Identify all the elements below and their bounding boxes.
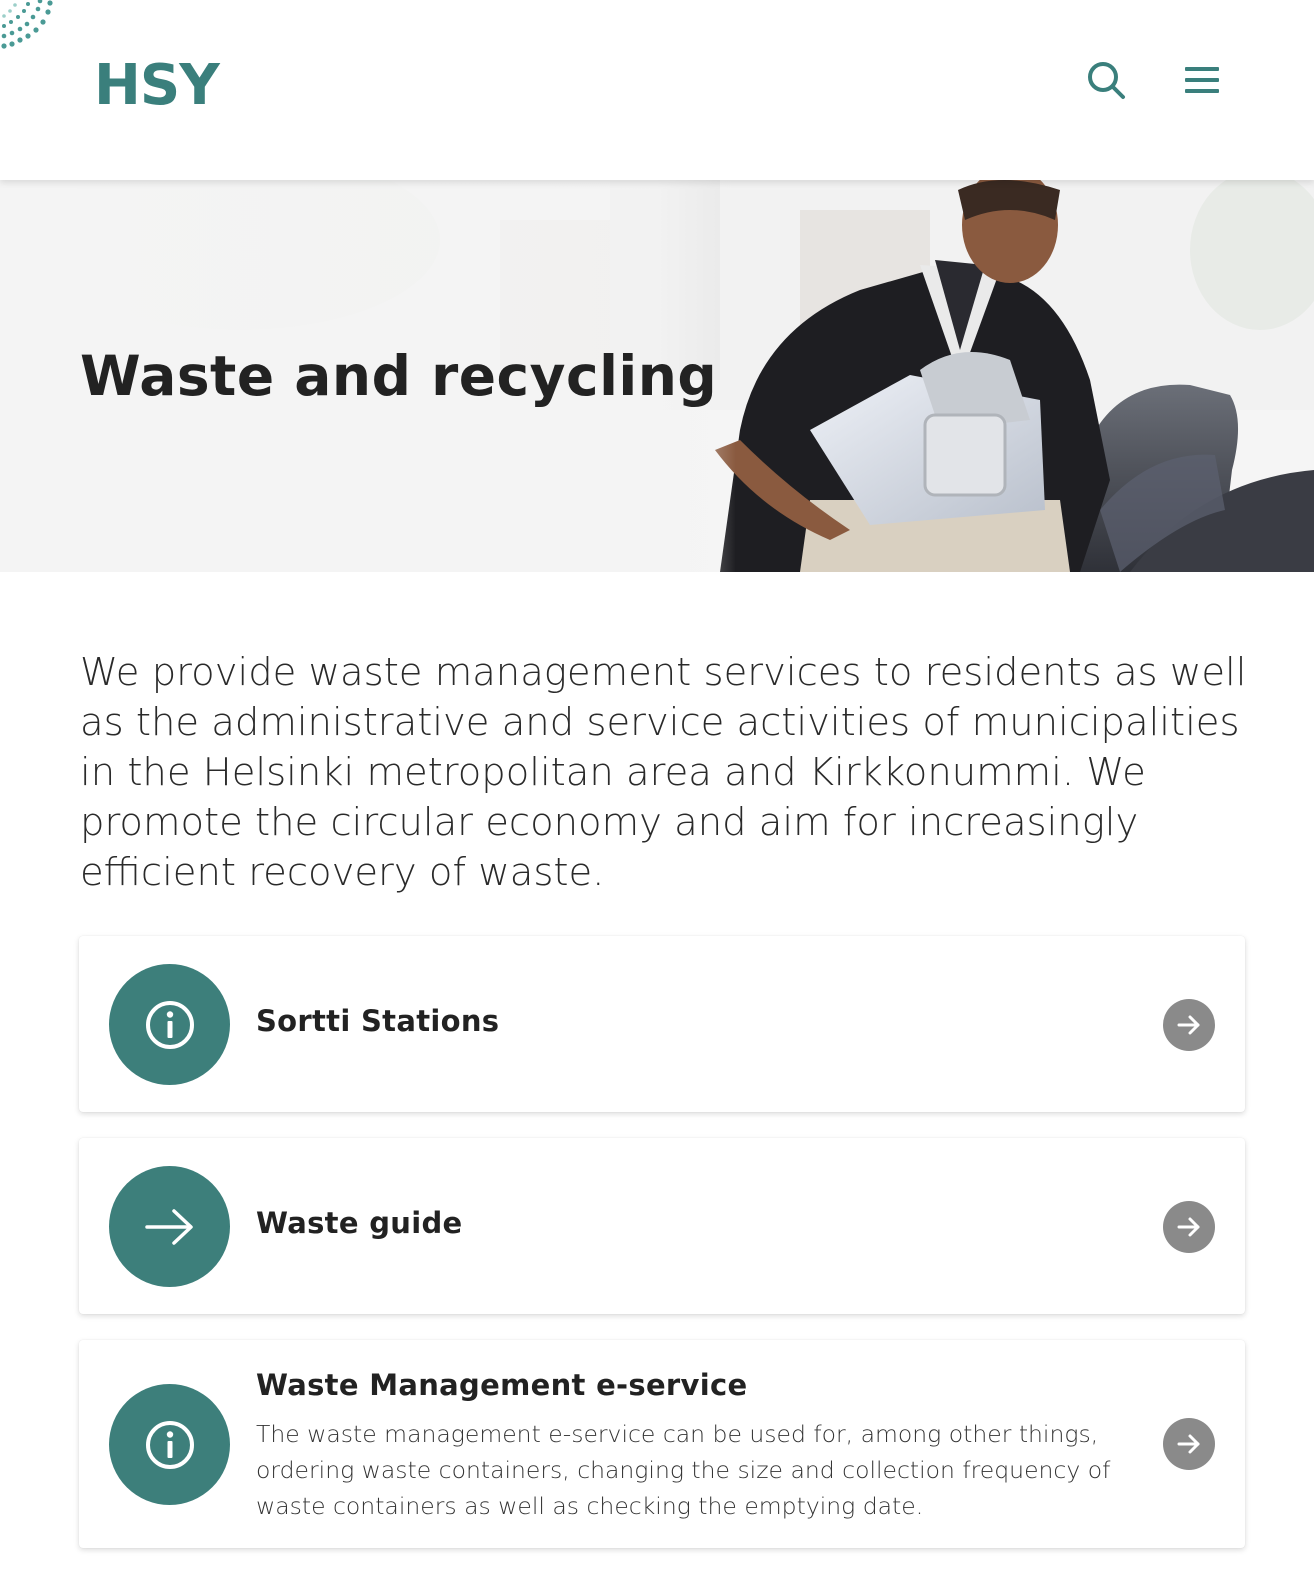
arrow-right-icon xyxy=(1177,1217,1200,1237)
hsy-logo[interactable]: HSY xyxy=(94,58,220,114)
intro-paragraph: We provide waste management services to … xyxy=(80,650,1247,895)
search-button[interactable] xyxy=(1078,52,1134,108)
card-icon-circle xyxy=(109,1384,230,1505)
info-icon xyxy=(145,1420,194,1469)
arrow-right-icon xyxy=(1177,1015,1200,1035)
card-title: Sortti Stations xyxy=(256,1004,500,1038)
info-icon xyxy=(145,1000,194,1049)
card-arrow-button[interactable] xyxy=(1163,1418,1215,1470)
menu-button[interactable] xyxy=(1174,52,1230,108)
card-sortti-stations[interactable]: Sortti Stations xyxy=(79,936,1245,1112)
site-header: HSY xyxy=(0,0,1314,180)
card-icon-circle xyxy=(109,1166,230,1287)
card-title: Waste guide xyxy=(256,1206,463,1240)
card-icon-circle xyxy=(109,964,230,1085)
card-waste-management-e-service[interactable]: Waste Management e-service The waste man… xyxy=(79,1340,1245,1548)
card-title: Waste Management e-service xyxy=(256,1368,748,1402)
card-description: The waste management e-service can be us… xyxy=(256,1420,1111,1520)
hero-banner: Waste and recycling xyxy=(0,180,1314,572)
logo-dots-decoration xyxy=(1,0,53,49)
hamburger-menu-icon xyxy=(1185,67,1219,93)
search-icon xyxy=(1088,62,1125,99)
card-arrow-button[interactable] xyxy=(1163,1201,1215,1253)
card-waste-guide[interactable]: Waste guide xyxy=(79,1138,1245,1314)
arrow-right-icon xyxy=(144,1208,193,1245)
arrow-right-icon xyxy=(1177,1434,1200,1454)
page-title: Waste and recycling xyxy=(80,344,718,408)
card-arrow-button[interactable] xyxy=(1163,999,1215,1051)
